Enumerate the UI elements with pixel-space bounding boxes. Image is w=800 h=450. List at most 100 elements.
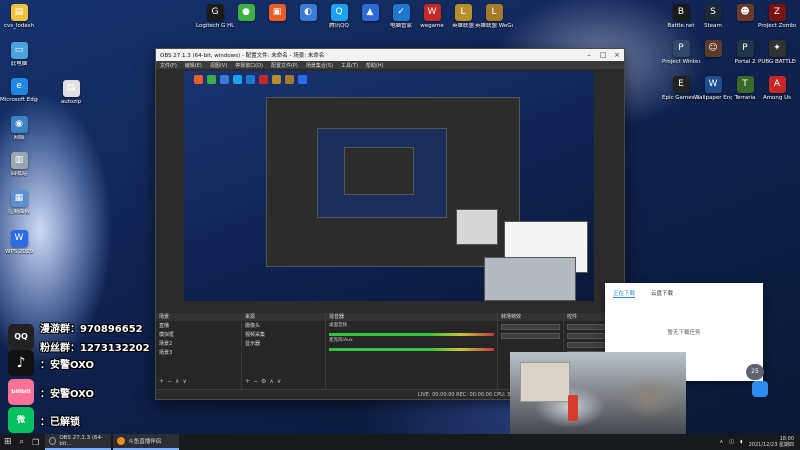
sources-dock[interactable]: 来源 摄像头 视频采集 显示器 +−⚙∧∨ <box>242 313 326 389</box>
desktop-icon[interactable]: ▤ autozip <box>52 80 90 105</box>
app-icon: S <box>704 4 722 21</box>
nested-webcam <box>484 257 576 301</box>
app-icon: ✓ <box>392 4 410 21</box>
preview-app-icon <box>285 75 294 84</box>
app-icon: B <box>672 4 690 21</box>
icon-label: Microsoft Edge <box>0 97 38 103</box>
nested-webcam <box>456 209 498 245</box>
source-item[interactable]: 摄像头 <box>242 321 325 330</box>
bilibili-badge: bilibili ：安警OXO <box>8 379 94 405</box>
app-icon: Z <box>768 4 786 21</box>
maximize-icon[interactable]: □ <box>596 51 610 59</box>
taskbar-app-douyu[interactable]: 斗鱼直播伴侣 <box>113 434 180 450</box>
desktop-icon[interactable]: ◉ 网络 <box>0 116 38 141</box>
nested-obs-window <box>317 128 447 218</box>
icon-label: 回收站 <box>10 171 28 177</box>
obs-titlebar[interactable]: OBS 27.1.3 (64-bit, windows) - 配置文件: 未命名… <box>156 49 624 61</box>
scenes-dock[interactable]: 场景 直播 模拟框 场景2 场景3 +−∧∨ <box>156 313 242 389</box>
preview-app-icon <box>259 75 268 84</box>
sources-header: 来源 <box>242 313 325 321</box>
desktop-icon[interactable]: ✦ PUBG BATTLEGR... <box>758 40 796 65</box>
obs-window[interactable]: OBS 27.1.3 (64-bit, windows) - 配置文件: 未命名… <box>155 48 625 400</box>
source-item[interactable]: 显示器 <box>242 339 325 348</box>
app-icon: Q <box>330 4 348 21</box>
download-app-icon[interactable] <box>752 381 768 397</box>
download-count-badge: 25 <box>746 364 764 380</box>
network-icon[interactable]: ◫ <box>729 439 734 445</box>
menu-item[interactable]: 工具(T) <box>341 62 358 69</box>
source-tools[interactable]: +−⚙∧∨ <box>245 378 284 385</box>
minimize-icon[interactable]: – <box>582 51 596 59</box>
menu-item[interactable]: 场景集合(S) <box>306 62 333 69</box>
menu-item[interactable]: 配置文件(P) <box>271 62 298 69</box>
transition-select[interactable] <box>501 324 560 330</box>
desktop-icon[interactable]: ▭ 此电脑 <box>0 42 38 67</box>
desktop-icon[interactable]: A Among Us <box>758 76 796 101</box>
menu-item[interactable]: 停靠窗口(D) <box>235 62 263 69</box>
menu-item[interactable]: 编辑(E) <box>185 62 202 69</box>
scene-item[interactable]: 场景3 <box>156 348 241 357</box>
icon-label: 控制面板 <box>7 209 30 215</box>
mixer-dock[interactable]: 混音器 桌面音频 麦克风/Aux <box>326 313 498 389</box>
app-icon: G <box>206 4 224 21</box>
scene-item[interactable]: 场景2 <box>156 339 241 348</box>
obs-window-title: OBS 27.1.3 (64-bit, windows) - 配置文件: 未命名… <box>160 53 325 59</box>
app-icon: P <box>672 40 690 57</box>
menu-item[interactable]: 文件(F) <box>160 62 177 69</box>
search-icon[interactable]: ⌕ <box>16 434 28 450</box>
icon-label: Project Winter <box>662 59 700 65</box>
obs-icon <box>49 437 57 445</box>
volume-icon[interactable]: ◖ <box>740 439 743 445</box>
source-item[interactable]: 视频采集 <box>242 330 325 339</box>
app-icon: ▦ <box>10 190 28 207</box>
desktop-icon[interactable]: ▤ cvs_lodash <box>0 4 38 29</box>
icon-label: 英雄联盟 WeGame版 <box>475 23 513 29</box>
app-icon: L <box>485 4 503 21</box>
desktop-icon[interactable]: L 英雄联盟 WeGame版 <box>475 4 513 29</box>
icon-label: 此电脑 <box>10 61 28 67</box>
qq-icon: QQ <box>8 324 34 350</box>
tiktok-badge: ♪ ：安警OXO <box>8 350 94 376</box>
app-icon: ▲ <box>361 4 379 21</box>
desktop-icon[interactable]: ▥ 回收站 <box>0 152 38 177</box>
clock[interactable]: 18:00 2021/12/23 星期四 <box>749 436 794 448</box>
desktop-icon[interactable]: W WPS 2019 <box>0 230 38 255</box>
preview-app-icon <box>272 75 281 84</box>
task-view-icon[interactable]: ❐ <box>28 434 43 450</box>
desktop-icon[interactable]: ▦ 控制面板 <box>0 190 38 215</box>
tray-arrow-icon[interactable]: ∧ <box>720 439 724 445</box>
menu-item[interactable]: 帮助(H) <box>366 62 384 69</box>
scene-item[interactable]: 直播 <box>156 321 241 330</box>
app-icon: P <box>736 40 754 57</box>
system-tray: ∧ ◫ ◖ 18:00 2021/12/23 星期四 <box>720 434 794 450</box>
app-icon: e <box>10 78 28 95</box>
app-icon: L <box>454 4 472 21</box>
nested-obs-window <box>344 147 414 195</box>
mixer-row-label: 麦克风/Aux <box>329 338 353 343</box>
desktop-icon[interactable]: Z Project Zomboid <box>758 4 796 29</box>
webcam-object <box>568 395 578 421</box>
icon-label: 网络 <box>13 135 25 141</box>
obs-preview[interactable] <box>184 71 594 301</box>
desktop-icon[interactable]: e Microsoft Edge <box>0 78 38 103</box>
desktop: ▤ cvs_lodash ▭ 此电脑 ▤ autozip e Microsoft Edge ◉ 网… <box>0 0 800 434</box>
qq-group-badge: QQ 漫游群：970896652 粉丝群：1273132202 <box>8 320 150 354</box>
app-icon: ▤ <box>62 80 80 97</box>
menu-item[interactable]: 视图(V) <box>210 62 227 69</box>
taskbar-app-obs[interactable]: OBS 27.1.3 (64-bit... <box>45 434 112 450</box>
douyu-icon <box>117 437 126 445</box>
wechat-text: ：已解锁 <box>40 416 80 428</box>
tiktok-text: ：安警OXO <box>40 359 94 371</box>
app-icon: A <box>768 76 786 93</box>
tab-cloud-download[interactable]: 云盘下载 <box>651 289 673 297</box>
duration-input[interactable] <box>501 333 560 339</box>
tab-downloading[interactable]: 正在下载 <box>613 289 636 298</box>
audio-meter <box>329 348 494 351</box>
mixer-row-label: 桌面音频 <box>329 323 347 328</box>
close-icon[interactable]: × <box>610 51 624 59</box>
scene-tools[interactable]: +−∧∨ <box>159 378 190 385</box>
webcam-object <box>520 362 570 402</box>
wechat-badge: 微 ：已解锁 <box>8 407 80 433</box>
scene-item[interactable]: 模拟框 <box>156 330 241 339</box>
start-icon[interactable]: ⊞ <box>0 434 16 450</box>
